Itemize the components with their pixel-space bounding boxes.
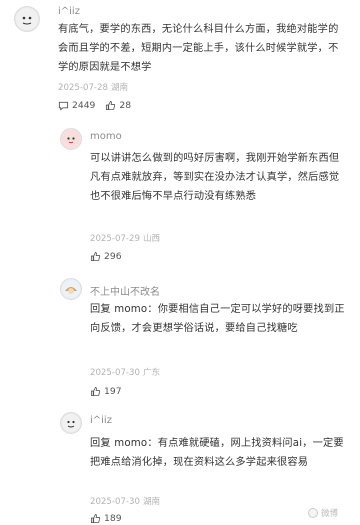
avatar[interactable] [60, 128, 82, 150]
comment-bubble-icon [58, 101, 69, 111]
comment-actions: 296 [90, 251, 132, 262]
reply-prefix: 回复 [90, 304, 111, 315]
mention-link[interactable]: momo [114, 438, 147, 449]
comment-text-body: 可以讲讲怎么做到的吗好厉害啊，我刚开始学新东西但凡有点难就放弃，等到实在没办法才… [90, 153, 340, 202]
weibo-watermark: 微博 [307, 507, 338, 519]
comment-text: 回复 momo：你要相信自己一定可以学好的呀要找到正向反馈，才会更想学俗话说，要… [90, 300, 345, 338]
comment-actions: 189 [90, 513, 132, 524]
comment-location: 山西 [142, 234, 161, 244]
comment-text: 回复 momo：有点难就硬磕，网上找资料问ai，一定要把难点给消化掉，现在资料这… [90, 434, 345, 472]
avatar-character-icon [62, 130, 80, 148]
comment-meta: 2025-07-30 广东 [90, 366, 160, 378]
comment-actions: 2449 28 [58, 100, 141, 111]
avatar[interactable] [60, 278, 82, 300]
thumbs-up-icon [90, 513, 101, 524]
comment-meta: 2025-07-30 湖南 [90, 495, 160, 507]
thumbs-up-icon [90, 386, 101, 397]
thumbs-up-icon [106, 100, 116, 111]
comment-meta: 2025-07-29 山西 [90, 232, 160, 244]
comment-text: 可以讲讲怎么做到的吗好厉害啊，我刚开始学新东西但凡有点难就放弃，等到实在没办法才… [90, 149, 345, 206]
comment-date: 2025-07-29 [90, 234, 140, 244]
like-count: 296 [104, 251, 122, 262]
reply-button[interactable]: 2449 [58, 100, 95, 111]
avatar[interactable] [14, 6, 40, 32]
like-button[interactable]: 197 [90, 386, 122, 397]
comment-location: 广东 [142, 368, 161, 378]
like-count: 189 [104, 513, 122, 524]
like-button[interactable]: 189 [90, 513, 122, 524]
comment-text: 有底气，要学的东西，无论什么科目什么方面，我绝对能学的会而且学的不差，短期内一定… [58, 24, 339, 73]
comment-date: 2025-07-30 [90, 368, 140, 378]
avatar-face-icon [62, 414, 80, 432]
comment-date: 2025-07-30 [90, 497, 140, 507]
watermark-text: 微博 [320, 509, 338, 519]
like-count: 28 [119, 100, 132, 111]
reply-count: 2449 [72, 100, 96, 111]
avatar-face-icon [16, 8, 38, 30]
username[interactable]: momo [90, 131, 122, 142]
avatar-character-icon [62, 280, 80, 298]
like-button[interactable]: 28 [105, 100, 131, 111]
username[interactable]: i^iiz [90, 415, 112, 426]
like-button[interactable]: 296 [90, 251, 122, 262]
mention-link[interactable]: momo [114, 304, 147, 315]
comment-location: 湖南 [110, 83, 129, 93]
avatar[interactable] [60, 412, 82, 434]
username[interactable]: 不上中山不改名 [90, 283, 160, 298]
reply-prefix: 回复 [90, 438, 111, 449]
thumbs-up-icon [90, 251, 101, 262]
comment-date: 2025-07-28 [58, 83, 108, 93]
comment-actions: 197 [90, 386, 132, 397]
username[interactable]: i^iiz [58, 6, 80, 17]
comment-location: 湖南 [142, 497, 161, 507]
like-count: 197 [104, 386, 122, 397]
comment-meta: 2025-07-28 湖南 [58, 81, 128, 93]
weibo-logo-icon [307, 508, 318, 518]
